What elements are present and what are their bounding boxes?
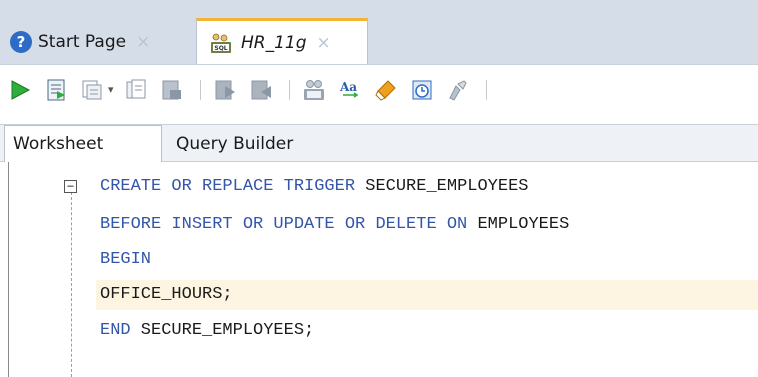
svg-text:Aa: Aa xyxy=(339,80,357,94)
code-identifier: OFFICE_HOURS; xyxy=(100,285,233,304)
code-keyword: END xyxy=(100,321,131,340)
svg-text:SQL: SQL xyxy=(214,45,227,52)
tab-start-page-label: Start Page xyxy=(38,32,127,52)
code-keyword: BEGIN xyxy=(100,250,152,269)
run-statement-icon[interactable] xyxy=(4,74,36,106)
fold-guide xyxy=(71,192,72,377)
tab-start-page[interactable]: ? Start Page × xyxy=(4,20,190,64)
to-upper-lower-icon[interactable]: Aa xyxy=(334,74,366,106)
collapse-icon[interactable]: − xyxy=(64,180,77,193)
document-tab-strip: ? Start Page × SQL HR_11g × xyxy=(0,0,758,64)
explain-plan-icon[interactable] xyxy=(120,74,152,106)
help-icon: ? xyxy=(10,31,32,53)
code-line[interactable]: OFFICE_HOURS; xyxy=(100,280,233,310)
editor-subtabs: Worksheet Query Builder xyxy=(0,124,758,162)
code-line[interactable]: BEGIN xyxy=(100,245,151,275)
toolbar-separator xyxy=(199,79,201,100)
tab-hr-11g[interactable]: SQL HR_11g × xyxy=(196,18,368,64)
history-icon[interactable] xyxy=(406,74,438,106)
format-icon[interactable] xyxy=(442,74,474,106)
editor-left-border xyxy=(8,162,9,377)
tab-worksheet[interactable]: Worksheet xyxy=(4,125,162,162)
close-icon[interactable]: × xyxy=(317,33,331,53)
chevron-down-icon[interactable]: ▾ xyxy=(108,83,114,96)
tab-query-builder[interactable]: Query Builder xyxy=(166,125,316,162)
code-line[interactable]: BEFORE INSERT OR UPDATE OR DELETE ON EMP… xyxy=(100,210,569,240)
code-identifier: SECURE_EMPLOYEES xyxy=(355,177,529,196)
worksheet-toolbar: ▾ Aa xyxy=(0,64,758,114)
tab-worksheet-label: Worksheet xyxy=(13,134,104,154)
code-identifier: SECURE_EMPLOYEES; xyxy=(130,321,315,340)
toolbar-separator xyxy=(288,79,290,100)
code-keyword: BEFORE INSERT OR UPDATE OR DELETE ON xyxy=(100,215,468,234)
code-keyword: CREATE OR REPLACE TRIGGER xyxy=(100,177,356,196)
close-icon[interactable]: × xyxy=(136,32,150,52)
unshared-sql-icon[interactable] xyxy=(298,74,330,106)
tab-hr-11g-label: HR_11g xyxy=(241,32,307,53)
toolbar-separator xyxy=(485,79,487,100)
sql-editor[interactable]: − CREATE OR REPLACE TRIGGER SECURE_EMPLO… xyxy=(0,162,758,377)
run-script-icon[interactable] xyxy=(40,74,72,106)
sql-worksheet-icon: SQL xyxy=(209,32,233,54)
code-line[interactable]: END SECURE_EMPLOYEES; xyxy=(100,316,314,346)
clear-icon[interactable] xyxy=(370,74,402,106)
sql-tuning-icon[interactable] xyxy=(156,74,188,106)
rollback-icon[interactable] xyxy=(245,74,277,106)
autotrace-icon[interactable] xyxy=(76,74,108,106)
code-identifier: EMPLOYEES xyxy=(467,215,570,234)
tab-query-builder-label: Query Builder xyxy=(176,133,294,154)
commit-icon[interactable] xyxy=(209,74,241,106)
code-line[interactable]: CREATE OR REPLACE TRIGGER SECURE_EMPLOYE… xyxy=(100,172,528,202)
